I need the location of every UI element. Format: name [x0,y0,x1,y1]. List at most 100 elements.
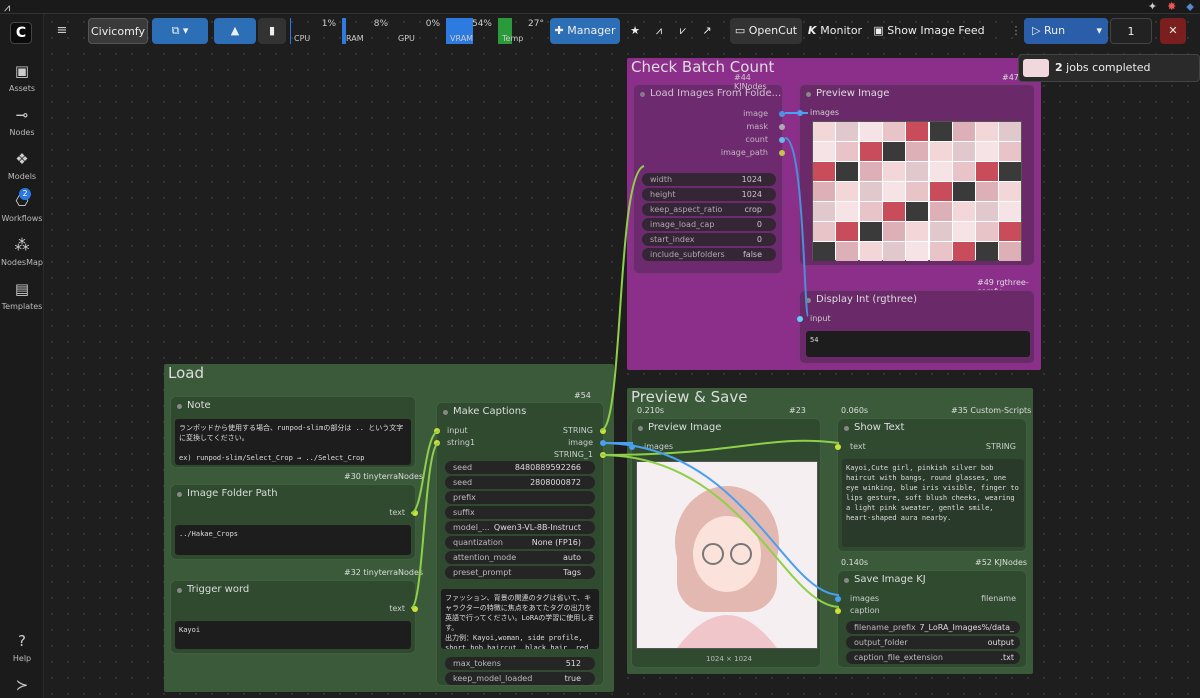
node-save-image-kj[interactable]: Save Image KJ images caption filename fi… [835,570,1027,668]
sidebar-item-assets[interactable]: ▣ Assets [0,62,44,93]
run-count-input[interactable]: 1 [1110,18,1152,44]
widget-suffix[interactable]: suffix [445,506,595,519]
puzzle-icon: ✚ [554,24,568,37]
node-canvas[interactable]: Check Batch Count #44 KJNodes Load Image… [44,14,1200,698]
widget-filename-prefix[interactable]: filename_prefix 7_LoRA_Images%/data_ [846,621,1020,634]
note-text[interactable]: ランポッドから使用する場合、runpod-slimの部分は .. という文字に変… [175,419,411,465]
tray-icon-1[interactable]: ✦ [1148,0,1157,14]
input-dot[interactable] [797,316,803,322]
widget-model-[interactable]: model_... Qwen3-VL-8B-Instruct [445,521,595,534]
caption-prompt[interactable]: ファッション、背景の関連のタグは省いて、キャラクターの特徴に焦点をあてたタグの出… [441,589,599,649]
input-dot[interactable] [434,428,440,434]
widget-image-load-cap[interactable]: image_load_cap 0 [642,218,776,231]
node-make-captions[interactable]: Make Captions input string1 STRING image… [434,402,606,686]
toast-notification[interactable]: 2 jobs completed [1018,54,1200,82]
node-display-int[interactable]: Display Int (rgthree) input 54 [797,290,1035,364]
run-button[interactable]: ▷ Run ▾ [1024,18,1108,44]
group-check-batch-count[interactable]: Check Batch Count #44 KJNodes Load Image… [627,58,1041,370]
batch-thumbnail [952,142,975,161]
monitor-button[interactable]: K Monitor [804,18,866,44]
node-preview-image-batch[interactable]: #47 Preview Image images [797,73,1035,266]
output-image-path-dot[interactable] [779,150,785,156]
widget-keep-model-loaded[interactable]: keep_model_loaded true [445,672,595,685]
output-count-dot[interactable] [779,137,785,143]
share-button[interactable]: ↗ [696,18,718,44]
opencut-button[interactable]: ▭ OpenCut [730,18,802,44]
widget-include-subfolders[interactable]: include_subfolders false [642,248,776,261]
widget-max-tokens[interactable]: max_tokens 512 [445,657,595,670]
anime-portrait-image [637,462,817,648]
batch-thumbnail [906,242,929,261]
node-image-folder-path[interactable]: Image Folder Path text ../Hakae_Crops [170,484,418,560]
tool-button-a[interactable]: ⩘ [648,18,670,44]
group-load[interactable]: Load #54 Note ランポッドから使用する場合、runpod-slimの… [164,364,614,692]
output-image-dot[interactable] [779,111,785,117]
widget-caption-file-extension[interactable]: caption_file_extension .txt [846,651,1020,664]
terminal-toggle[interactable]: ≻ [0,676,44,698]
node-show-text[interactable]: Show Text text STRING Kayoi,Cute girl, p… [835,418,1027,552]
input-caption-dot[interactable] [835,608,841,614]
batch-thumbnail [999,242,1022,261]
input-images-dot[interactable] [835,596,841,602]
node-trigger-word[interactable]: Trigger word text Kayoi [170,580,418,654]
widget-height[interactable]: height 1024 [642,188,776,201]
bookmark-button[interactable]: ▮ [258,18,286,44]
tray-icon-3[interactable]: ⬥ [1186,0,1194,14]
widget-prefix[interactable]: prefix [445,491,595,504]
widget-output-folder[interactable]: output_folder output [846,636,1020,649]
node-load-images-from-folder[interactable]: #44 KJNodes Load Images From Folde... im… [633,73,785,274]
stat-value: 27° [528,19,544,29]
drag-handle[interactable]: ⋮ [1006,18,1026,44]
output-text-dot[interactable] [412,606,418,612]
sidebar-item-models[interactable]: ❖ Models [0,150,44,181]
widget-keep-aspect-ratio[interactable]: keep_aspect_ratio crop [642,203,776,216]
workspace-button[interactable]: Civicomfy [88,18,148,44]
show-image-feed-button[interactable]: ▣ Show Image Feed [868,18,990,44]
tool-icon: ⩘ [655,24,663,37]
queue-toggle-button[interactable]: ⧉ ▾ [152,18,208,44]
manager-button[interactable]: ✚ Manager [550,18,620,44]
input-images-dot[interactable] [797,110,803,116]
sidebar-item-nodes[interactable]: ⊸ Nodes [0,106,44,137]
sidebar-item-nodesmap[interactable]: ⁂ NodesMap [0,236,44,267]
terminal-icon: ≻ [15,676,29,694]
output-image-dot[interactable] [600,440,606,446]
star-button[interactable]: ★ [624,18,646,44]
sidebar-item-workflows[interactable]: ⎔ 2 Workflows [0,188,44,223]
output-string-dot[interactable] [600,428,606,434]
input-images-dot[interactable] [629,444,635,450]
widget-preset-prompt[interactable]: preset_prompt Tags [445,566,595,579]
input-string1-dot[interactable] [434,440,440,446]
output-string-1-dot[interactable] [600,452,606,458]
sidebar-item-help[interactable]: ? Help [0,632,44,663]
tool-button-b[interactable]: ⩗ [672,18,694,44]
node-preview-image[interactable]: Preview Image images 1024 × 1024 [629,418,821,668]
batch-thumbnail [952,182,975,201]
batch-thumbnail [813,242,835,261]
batch-thumbnail [929,122,952,141]
batch-thumbnail [999,122,1022,141]
widget-seed[interactable]: seed 8480889592266 [445,461,595,474]
cancel-run-button[interactable]: ✕ [1160,18,1186,44]
widget-width[interactable]: width 1024 [642,173,776,186]
batch-thumbnail [882,182,905,201]
trigger-word-value[interactable]: Kayoi [175,621,411,649]
sidebar-item-templates[interactable]: ▤ Templates [0,280,44,311]
output-mask-dot[interactable] [779,124,785,130]
crystools-logo-button[interactable]: ▲ [214,18,256,44]
input-text-dot[interactable] [835,444,841,450]
folder-path-value[interactable]: ../Hakae_Crops [175,525,411,555]
widget-seed[interactable]: seed 2808000872 [445,476,595,489]
widget-start-index[interactable]: start_index 0 [642,233,776,246]
widget-quantization[interactable]: quantization None (FP16) [445,536,595,549]
tray-icon-2[interactable]: ✸ [1167,0,1176,14]
group-preview-save[interactable]: Preview & Save 0.210s #23 Preview Image … [627,388,1033,674]
comfy-logo-icon[interactable]: C [10,22,32,44]
batch-thumbnail [929,242,952,261]
menu-toggle-button[interactable]: ≡ [44,18,80,44]
node-note[interactable]: Note ランポッドから使用する場合、runpod-slimの部分は .. とい… [170,396,416,468]
widget-attention-mode[interactable]: attention_mode auto [445,551,595,564]
output-text-dot[interactable] [412,510,418,516]
preview-image-output [636,461,818,649]
batch-thumbnail [882,202,905,221]
